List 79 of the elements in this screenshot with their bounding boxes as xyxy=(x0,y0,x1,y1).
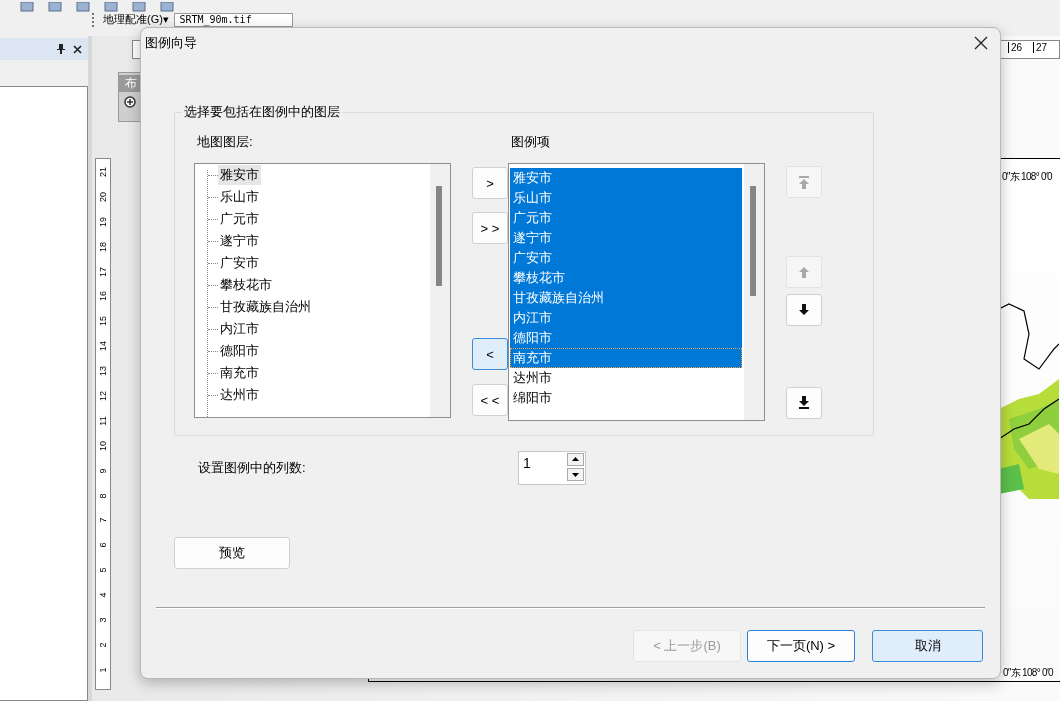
ruler-number: 1 xyxy=(98,667,108,673)
ruler-number: 8 xyxy=(98,493,108,499)
dialog-title: 图例向导 xyxy=(145,34,197,52)
list-item[interactable]: 德阳市 xyxy=(510,328,742,348)
arrow-down-icon xyxy=(797,303,811,317)
move-button[interactable]: < < xyxy=(472,384,508,416)
list-item[interactable]: 遂宁市 xyxy=(218,231,261,251)
georeferencing-menu[interactable]: 地理配准(G)▾ xyxy=(103,13,169,26)
list-item[interactable]: 内江市 xyxy=(510,308,742,328)
list-item[interactable]: 乐山市 xyxy=(218,187,261,207)
list-item[interactable]: 绵阳市 xyxy=(510,388,742,408)
spin-down-icon[interactable] xyxy=(567,468,584,481)
close-icon[interactable] xyxy=(974,36,988,50)
ruler-number: 14 xyxy=(98,341,108,352)
spin-up-icon[interactable] xyxy=(567,453,584,466)
list-item[interactable]: 乐山市 xyxy=(510,188,742,208)
wizard-button[interactable]: 下一页(N) > xyxy=(747,630,855,662)
ruler-number: 27 xyxy=(1033,42,1048,53)
list-item[interactable]: 德阳市 xyxy=(218,341,261,361)
list-item[interactable]: 广安市 xyxy=(510,248,742,268)
list-item[interactable]: 内江市 xyxy=(218,319,261,339)
ruler-number: 11 xyxy=(98,416,108,426)
order-button[interactable] xyxy=(786,387,822,419)
ruler-number: 6 xyxy=(98,542,108,548)
scrollbar-thumb[interactable] xyxy=(436,186,442,286)
ruler-number: 16 xyxy=(98,291,108,302)
ruler-number: 17 xyxy=(98,266,108,277)
list-item[interactable]: 达州市 xyxy=(218,385,261,405)
ruler-number: 19 xyxy=(98,216,108,227)
columns-label: 设置图例中的列数: xyxy=(198,459,307,477)
list-item[interactable]: 雅安市 xyxy=(218,165,261,185)
list-item[interactable]: 广安市 xyxy=(218,253,261,273)
zoom-icon[interactable] xyxy=(123,95,139,111)
ruler-number: 26 xyxy=(1008,42,1023,53)
close-icon[interactable] xyxy=(73,44,82,54)
preview-button[interactable]: 预览 xyxy=(174,537,290,569)
move-button[interactable]: < xyxy=(472,338,508,370)
list-item[interactable]: 攀枝花市 xyxy=(218,275,274,295)
move-button[interactable]: > > xyxy=(472,212,508,244)
ruler-number: 3 xyxy=(98,617,108,623)
list-item[interactable]: 雅安市 xyxy=(510,168,742,188)
layer-dropdown[interactable]: SRTM_90m.tif xyxy=(174,13,293,27)
list-item[interactable]: 遂宁市 xyxy=(510,228,742,248)
list-item[interactable]: 南充市 xyxy=(510,348,742,368)
list-label: 图例项 xyxy=(511,133,551,151)
list-item[interactable]: 攀枝花市 xyxy=(510,268,742,288)
ruler-number: 15 xyxy=(98,316,108,327)
wizard-button[interactable]: 取消 xyxy=(872,630,983,662)
arrow-down-bar-icon xyxy=(797,396,811,410)
graticule-label: 0″东 108° 0′0 xyxy=(1002,170,1052,184)
ruler-number: 4 xyxy=(98,592,108,598)
group-title: 选择要包括在图例中的图层 xyxy=(183,103,341,121)
toolbar-grip[interactable] xyxy=(92,13,97,27)
list-item[interactable]: 甘孜藏族自治州 xyxy=(218,297,313,317)
columns-spinner[interactable]: 1 xyxy=(518,451,586,485)
order-button[interactable] xyxy=(786,294,822,326)
ruler-number: 10 xyxy=(98,440,108,451)
list-item[interactable]: 广元市 xyxy=(510,208,742,228)
ruler-number: 7 xyxy=(98,517,108,523)
scrollbar-thumb[interactable] xyxy=(750,186,756,296)
list-item[interactable]: 南充市 xyxy=(218,363,261,383)
graticule-label: 0″东 108° 0′0 xyxy=(1003,666,1053,680)
ruler-number: 2 xyxy=(98,642,108,648)
move-button[interactable]: > xyxy=(472,167,508,199)
ruler-number: 18 xyxy=(98,241,108,252)
arrow-up-icon xyxy=(797,265,811,279)
ruler-number: 21 xyxy=(98,167,108,177)
ruler-number: 20 xyxy=(98,191,108,202)
pin-icon[interactable] xyxy=(57,44,65,54)
ruler-number: 9 xyxy=(98,468,108,474)
toolbar-title: 布 xyxy=(119,75,143,92)
ruler-number: 12 xyxy=(98,391,108,401)
arrow-up-bar-icon xyxy=(797,175,811,189)
ruler-number: 5 xyxy=(98,567,108,573)
list-item[interactable]: 广元市 xyxy=(218,209,261,229)
list-item[interactable]: 达州市 xyxy=(510,368,742,388)
list-item[interactable]: 甘孜藏族自治州 xyxy=(510,288,742,308)
ruler-number: 13 xyxy=(98,366,108,377)
list-label: 地图图层: xyxy=(197,133,254,151)
